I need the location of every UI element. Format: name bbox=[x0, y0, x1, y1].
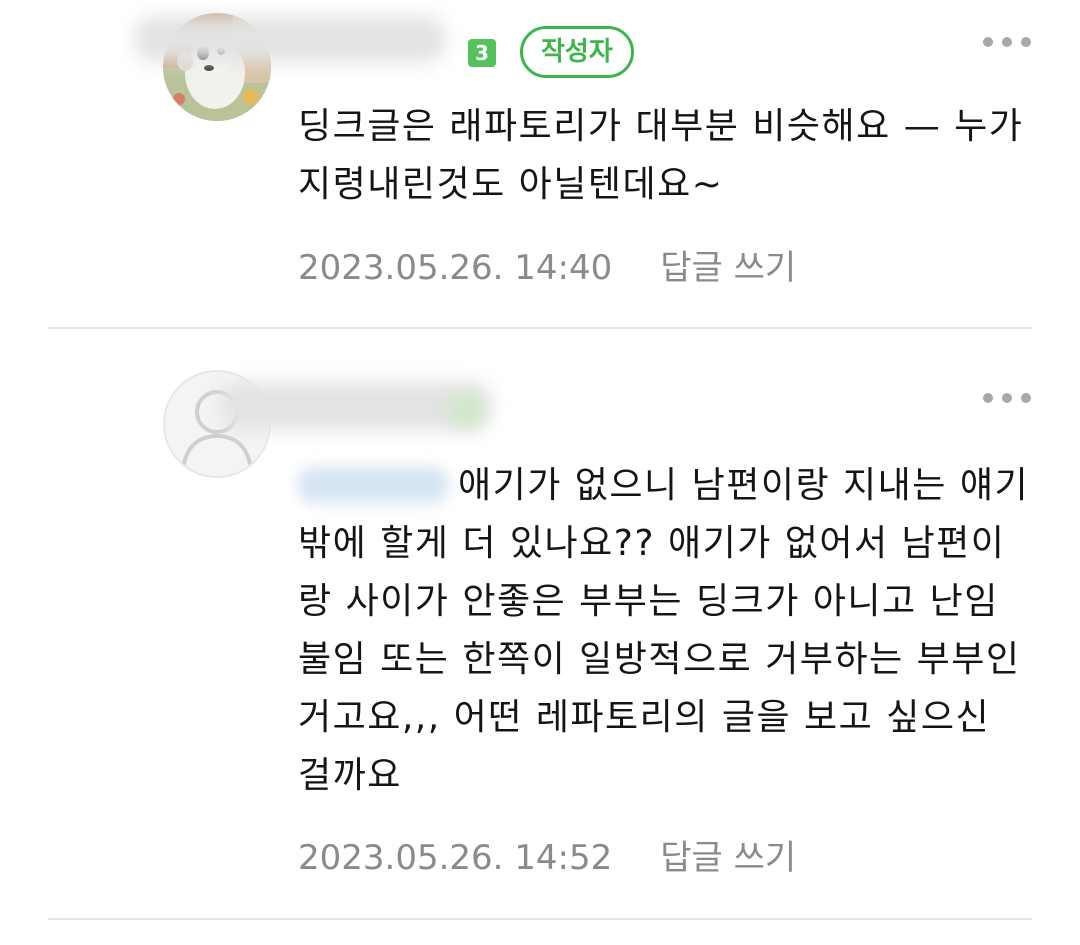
blurred-username bbox=[135, 16, 445, 62]
more-horizontal-icon[interactable] bbox=[983, 391, 1031, 405]
blurred-level-badge bbox=[448, 392, 484, 428]
comment-datetime: 2023.05.26. 14:40 bbox=[298, 248, 613, 288]
comment-divider bbox=[48, 327, 1032, 329]
reply-button[interactable]: 답글 쓰기 bbox=[660, 248, 796, 288]
comment-meta: 2023.05.26. 14:40 답글 쓰기 bbox=[298, 240, 796, 289]
comment-divider bbox=[48, 918, 1032, 920]
comment-meta: 2023.05.26. 14:52 답글 쓰기 bbox=[298, 830, 796, 879]
author-tag: 작성자 bbox=[520, 26, 634, 78]
comment-item: 애기가 없으니 남편이랑 지내는 얘기밖에 할게 더 있나요?? 애기가 없어서… bbox=[0, 330, 1080, 925]
comment-datetime: 2023.05.26. 14:52 bbox=[298, 838, 613, 878]
comment-item: 3 작성자 딩크글은 래파토리가 대부분 비슷해요 — 누가 지령내린것도 아닐… bbox=[0, 0, 1080, 330]
reply-button[interactable]: 답글 쓰기 bbox=[660, 838, 796, 878]
mention-tag[interactable] bbox=[298, 465, 458, 506]
comment-body: 애기가 없으니 남편이랑 지내는 얘기밖에 할게 더 있나요?? 애기가 없어서… bbox=[298, 465, 1030, 796]
more-horizontal-icon[interactable] bbox=[983, 35, 1031, 49]
level-badge: 3 bbox=[468, 39, 496, 67]
comment-text: 딩크글은 래파토리가 대부분 비슷해요 — 누가 지령내린것도 아닐텐데요~ bbox=[298, 106, 1024, 205]
comment-text: 애기가 없으니 남편이랑 지내는 얘기밖에 할게 더 있나요?? 애기가 없어서… bbox=[298, 457, 1033, 805]
